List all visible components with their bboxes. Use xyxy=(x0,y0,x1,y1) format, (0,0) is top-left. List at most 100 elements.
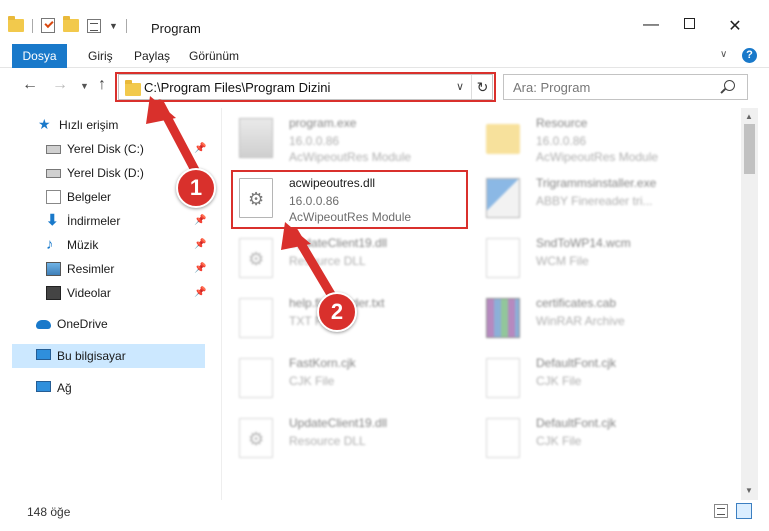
file-item[interactable]: FastKorn.cjk CJK File xyxy=(231,350,476,406)
pin-icon[interactable]: 📌 xyxy=(194,239,206,250)
scroll-down-icon[interactable]: ▼ xyxy=(745,486,753,495)
sidebar-item-label: İndirmeler xyxy=(67,214,121,228)
file-name: help.finereader.txt xyxy=(289,296,385,310)
dll-highlight-box xyxy=(231,170,468,229)
file-description: CJK File xyxy=(289,374,335,388)
file-item[interactable]: SndToWP14.wcm WCM File xyxy=(478,230,723,286)
search-box[interactable]: Ara: Program xyxy=(503,74,748,100)
sidebar-item-label: Müzik xyxy=(67,238,99,252)
new-folder-icon[interactable] xyxy=(63,16,79,32)
properties-check-icon[interactable] xyxy=(41,18,55,33)
file-item[interactable]: program.exe 16.0.0.86 AcWipeoutRes Modul… xyxy=(231,110,476,166)
sidebar-item-label: Resimler xyxy=(67,262,115,276)
file-name: UpdateClient19.dll xyxy=(289,416,388,430)
file-name: FastKorn.cjk xyxy=(289,356,356,370)
file-description: CJK File xyxy=(536,374,582,388)
title-bar: ▼ Program — ✕ xyxy=(0,0,769,44)
file-item[interactable]: certificates.cab WinRAR Archive xyxy=(478,290,723,346)
pc-icon xyxy=(36,349,51,360)
file-item[interactable]: Resource 16.0.0.86 AcWipeoutRes Module xyxy=(478,110,723,166)
sidebar-item-label: Hızlı erişim xyxy=(59,118,119,132)
folder-icon xyxy=(486,124,520,154)
sidebar-item-label: Yerel Disk (C:) xyxy=(67,142,144,156)
file-description: WinRAR Archive xyxy=(536,314,625,328)
back-button[interactable]: ← xyxy=(22,76,38,94)
file-description: Resource DLL xyxy=(289,254,366,268)
star-icon: ★ xyxy=(38,116,51,132)
customize-icon[interactable] xyxy=(87,18,101,33)
file-list: program.exe 16.0.0.86 AcWipeoutRes Modul… xyxy=(223,108,741,500)
toolbar-divider xyxy=(125,18,127,33)
folder-icon xyxy=(125,80,141,96)
vertical-scrollbar[interactable]: ▲ ▼ xyxy=(741,108,758,500)
window-title: Program xyxy=(151,21,201,36)
address-path[interactable]: C:\Program Files\Program Dizini xyxy=(144,80,330,95)
tab-share[interactable]: Paylaş xyxy=(126,44,178,68)
file-description: AcWipeoutRes Module xyxy=(536,150,659,164)
quick-access-toolbar: ▼ xyxy=(8,16,127,33)
ribbon-tabs: Dosya Giriş Paylaş Görünüm ∨ ? xyxy=(0,44,769,68)
pin-icon[interactable]: 📌 xyxy=(194,215,206,226)
ribbon-expand-icon[interactable]: ∨ xyxy=(720,49,727,60)
scroll-up-icon[interactable]: ▲ xyxy=(745,112,753,121)
sidebar-item-label: Bu bilgisayar xyxy=(57,349,126,363)
cloud-icon xyxy=(36,320,51,329)
file-item[interactable]: UpdateClient19.dll Resource DLL xyxy=(231,410,476,466)
details-view-button[interactable] xyxy=(714,504,728,518)
chevron-down-icon[interactable]: ∨ xyxy=(456,80,464,93)
file-name: program.exe xyxy=(289,116,357,130)
tab-home[interactable]: Giriş xyxy=(80,44,121,68)
file-description: Resource DLL xyxy=(289,434,366,448)
help-icon[interactable]: ? xyxy=(742,48,757,63)
address-bar[interactable]: C:\Program Files\Program Dizini ∨ ↻ xyxy=(118,74,493,100)
navigation-bar: ← → ▼ ↑ C:\Program Files\Program Dizini … xyxy=(0,70,769,104)
file-name: DefaultFont.cjk xyxy=(536,416,617,430)
chevron-down-icon[interactable]: ▼ xyxy=(109,21,118,31)
pin-icon[interactable]: 📌 xyxy=(194,287,206,298)
folder-icon[interactable] xyxy=(8,16,24,32)
tab-file[interactable]: Dosya xyxy=(12,44,67,68)
sidebar-item-disk-c[interactable]: Yerel Disk (C:) xyxy=(46,138,216,160)
network-icon xyxy=(36,381,51,392)
disk-icon xyxy=(46,145,61,154)
up-button[interactable]: ↑ xyxy=(98,76,106,94)
sidebar-item-label: Yerel Disk (D:) xyxy=(67,166,144,180)
file-item[interactable]: DefaultFont.cjk CJK File xyxy=(478,410,723,466)
tab-view[interactable]: Görünüm xyxy=(181,44,247,68)
file-item[interactable]: Trigrammsinstaller.exe ABBY Finereader t… xyxy=(478,170,723,226)
forward-button[interactable]: → xyxy=(52,76,68,94)
file-description: CJK File xyxy=(536,434,582,448)
toolbar-divider xyxy=(32,18,33,33)
file-name: Trigrammsinstaller.exe xyxy=(536,176,657,190)
recent-locations-button[interactable]: ▼ xyxy=(80,81,89,91)
pin-icon[interactable]: 📌 xyxy=(194,191,206,202)
pin-icon[interactable]: 📌 xyxy=(194,143,206,154)
file-item[interactable]: DefaultFont.cjk CJK File xyxy=(478,350,723,406)
file-name: SndToWP14.wcm xyxy=(536,236,631,250)
pin-icon[interactable]: 📌 xyxy=(194,263,206,274)
file-version: 16.0.0.86 xyxy=(289,134,340,148)
close-button[interactable]: ✕ xyxy=(712,16,758,36)
item-count: 148 öğe xyxy=(27,505,71,519)
sidebar-item-label: Videolar xyxy=(67,286,111,300)
refresh-button[interactable]: ↻ xyxy=(471,75,493,99)
search-input[interactable]: Ara: Program xyxy=(513,80,590,95)
exe-icon xyxy=(239,118,273,158)
scroll-thumb[interactable] xyxy=(744,124,755,174)
file-icon xyxy=(486,358,520,398)
maximize-button[interactable] xyxy=(666,16,712,34)
file-icon xyxy=(239,298,273,338)
file-description: AcWipeoutRes Module xyxy=(289,150,412,164)
file-name: DefaultFont.cjk xyxy=(536,356,617,370)
file-item[interactable]: UpdateClient19.dll Resource DLL xyxy=(231,230,476,286)
file-version: 16.0.0.86 xyxy=(536,134,587,148)
search-icon[interactable] xyxy=(724,80,735,91)
sidebar-item-label: OneDrive xyxy=(57,317,108,331)
documents-icon xyxy=(46,190,61,204)
disk-icon xyxy=(46,169,61,178)
installer-icon xyxy=(486,178,520,218)
file-description: TXT File xyxy=(289,314,335,328)
tiles-view-button[interactable] xyxy=(736,503,752,519)
sidebar-item-label: Belgeler xyxy=(67,190,112,204)
file-item[interactable]: help.finereader.txt TXT File xyxy=(231,290,476,346)
